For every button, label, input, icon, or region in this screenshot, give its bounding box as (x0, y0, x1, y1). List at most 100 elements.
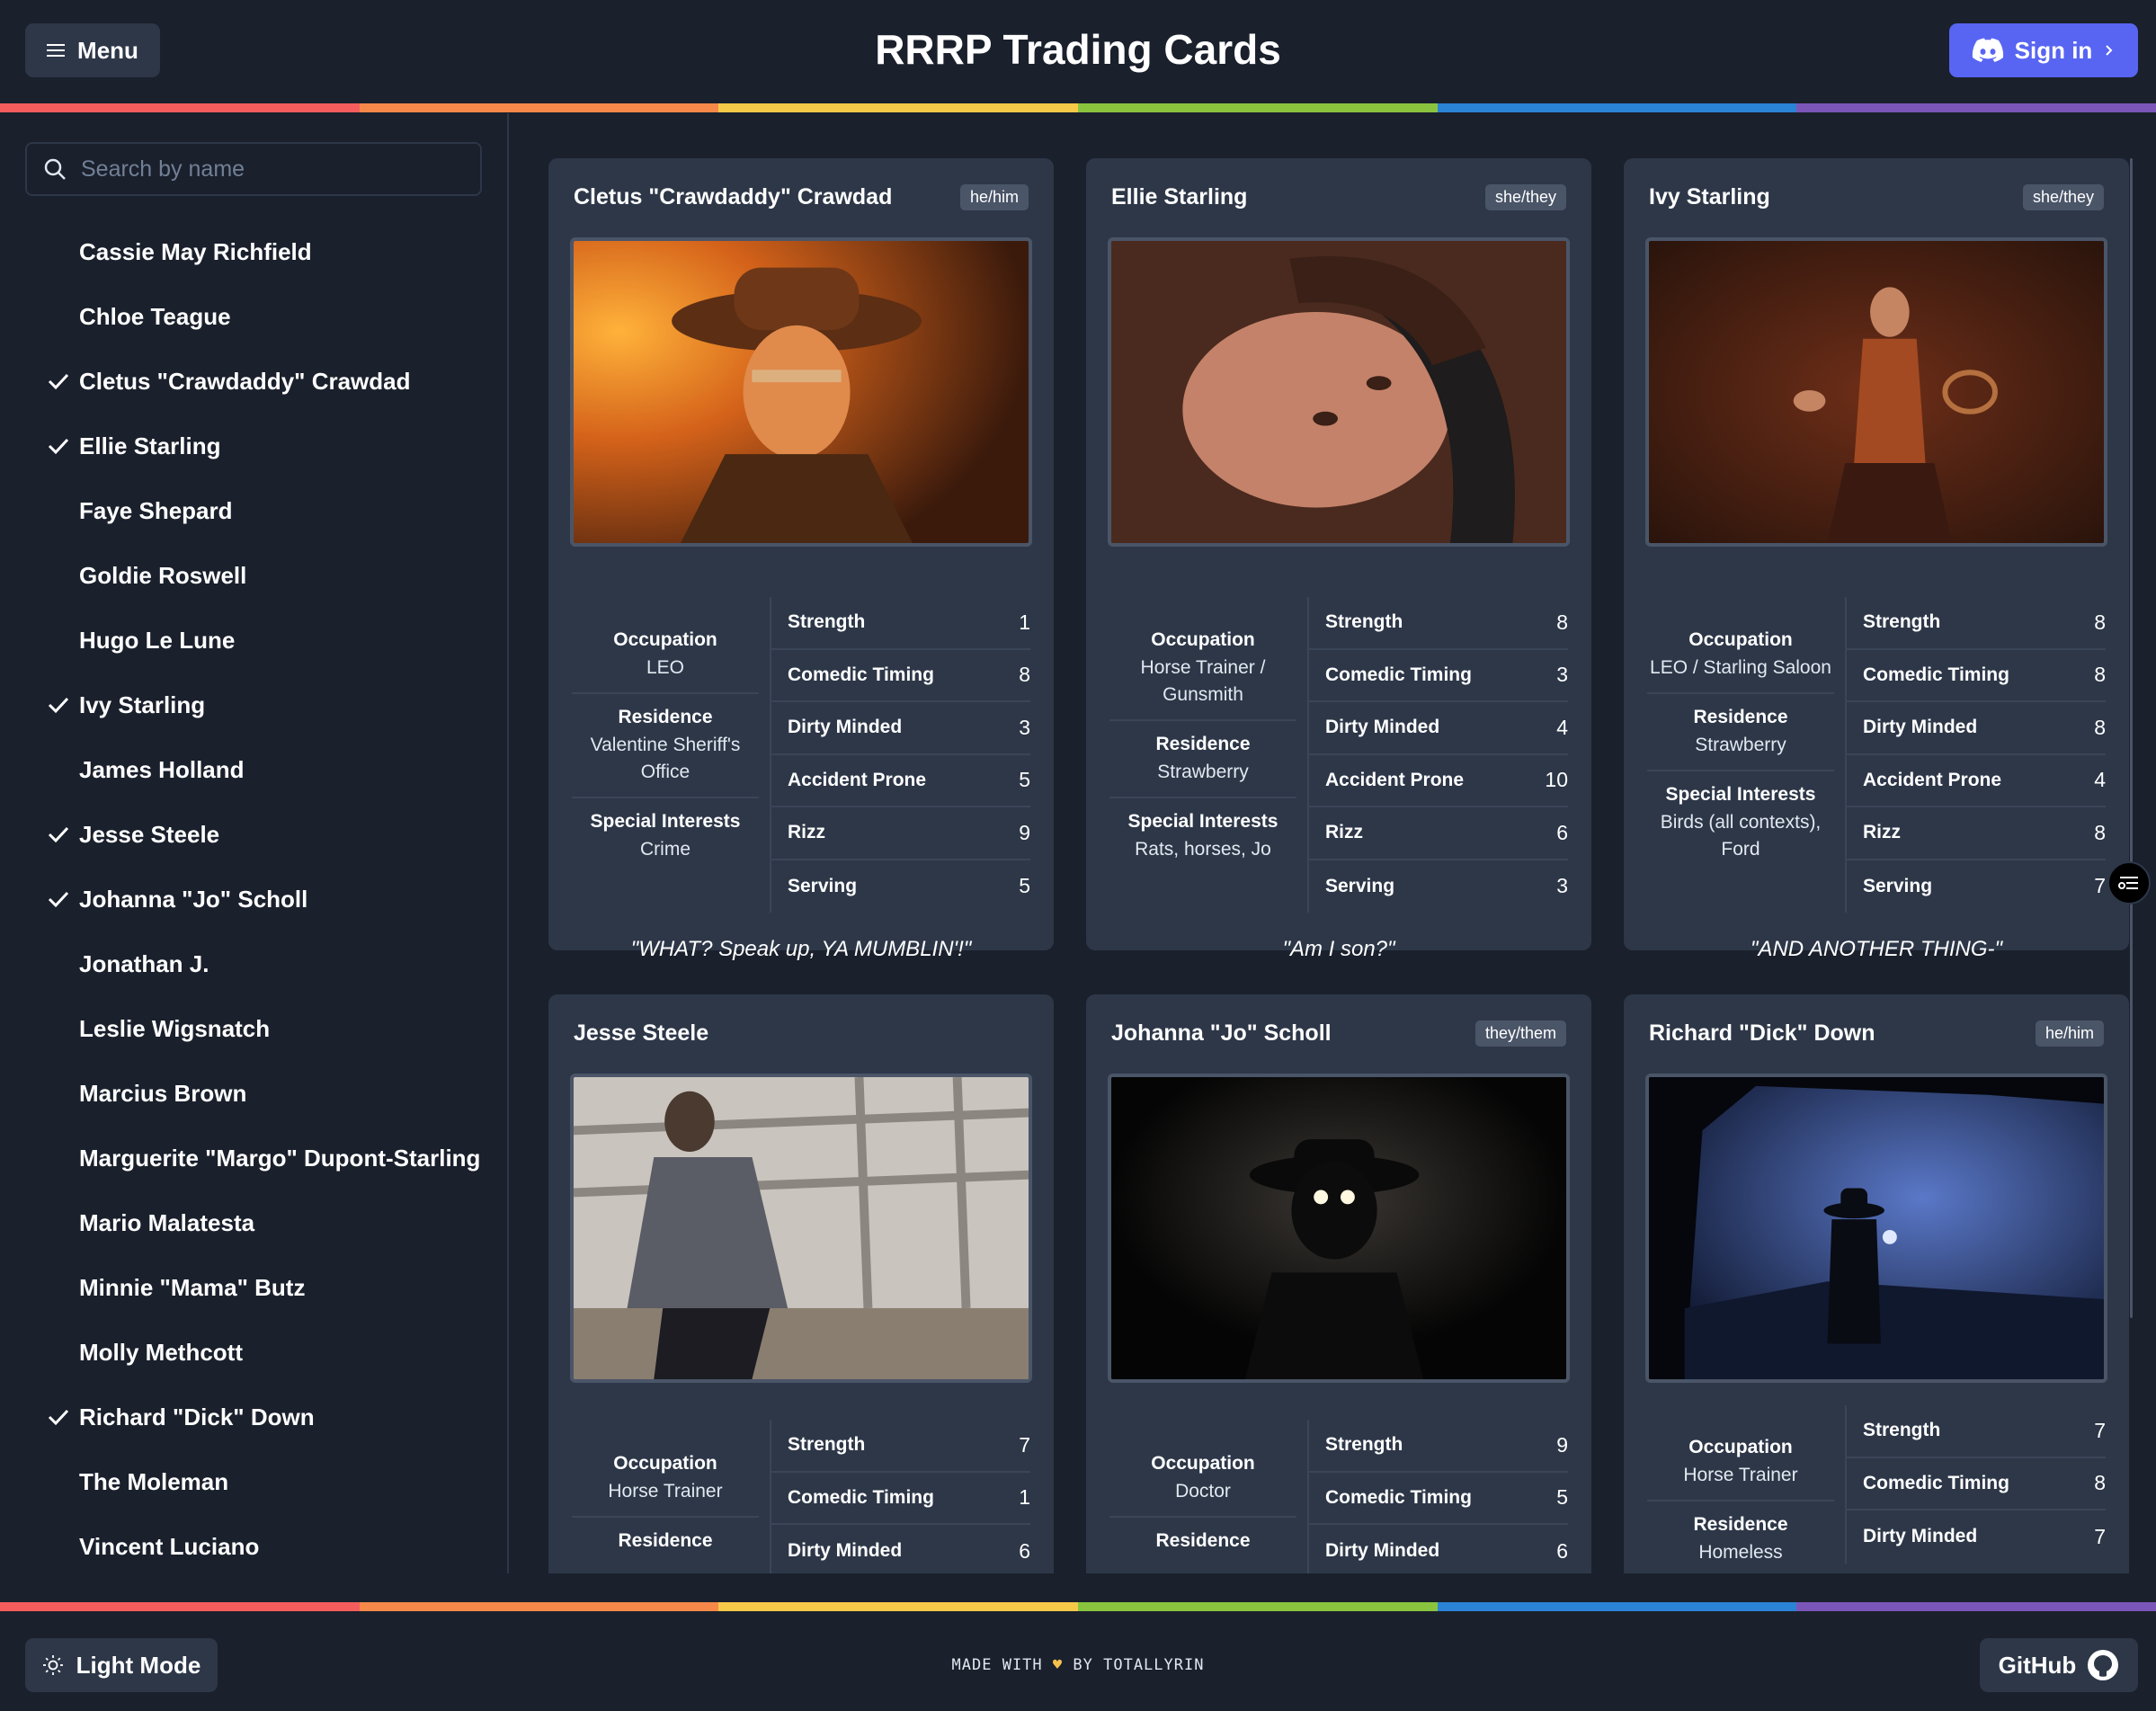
card-header: Cletus "Crawdaddy" Crawdad he/him (574, 182, 1029, 212)
rainbow-segment (359, 103, 719, 112)
character-list-item[interactable]: Molly Methcott (0, 1320, 509, 1385)
character-card[interactable]: Ellie Starling she/they Occupation Horse Tr… (1086, 158, 1591, 961)
credit-text: MADE WITH ♥ BY TOTALLYRIN (0, 1656, 2156, 1674)
stat-row: Strength 7 (771, 1420, 1030, 1473)
stat-row: Strength 8 (1847, 597, 2106, 650)
character-card[interactable]: Ivy Starling she/they Occupation LEO / Star… (1624, 158, 2129, 961)
stat-name: Serving (1325, 875, 1395, 896)
stat-value: 8 (2094, 715, 2106, 739)
character-list-item[interactable]: Jesse Steele (0, 802, 509, 867)
credit-suffix: BY TOTALLYRIN (1073, 1656, 1205, 1674)
search-box[interactable] (25, 142, 482, 196)
character-list-item[interactable]: Leslie Wigsnatch (0, 996, 509, 1061)
stat-row: Comedic Timing 8 (771, 650, 1030, 702)
rainbow-segment (0, 103, 360, 112)
card-header: Richard "Dick" Down he/him (1649, 1018, 2104, 1048)
character-list-item[interactable]: Johanna "Jo" Scholl (0, 867, 509, 931)
character-list-item[interactable]: Ellie Starling (0, 414, 509, 478)
stat-value: 5 (1019, 768, 1030, 792)
stat-name: Serving (788, 875, 858, 896)
stat-row: Comedic Timing 8 (1847, 1458, 2106, 1510)
stats-table: Strength 1 Comedic Timing 8 Dirty Minded 3 Acc… (770, 597, 1030, 913)
card-name: Cletus "Crawdaddy" Crawdad (574, 183, 893, 209)
stat-value: 5 (1556, 1485, 1568, 1510)
character-list-item[interactable]: Chloe Teague (0, 284, 509, 349)
character-list-item[interactable]: Mario Malatesta (0, 1190, 509, 1255)
discord-icon (1972, 38, 2003, 62)
rainbow-segment (718, 1602, 1079, 1611)
search-icon (44, 158, 66, 180)
info-value: Homeless (1698, 1542, 1783, 1563)
stat-name: Accident Prone (1863, 769, 2002, 790)
character-list-item[interactable]: James Holland (0, 737, 509, 802)
stat-value: 3 (1019, 715, 1030, 739)
character-list-item[interactable]: Hugo Le Lune (0, 608, 509, 673)
info-label: Occupation (1151, 629, 1255, 650)
character-list-item[interactable]: Vincent Luciano (0, 1514, 509, 1579)
character-card[interactable]: Richard "Dick" Down he/him Occupation Horse… (1624, 994, 2129, 1573)
character-card[interactable]: Cletus "Crawdaddy" Crawdad he/him Occupati… (548, 158, 1054, 961)
character-list-item[interactable]: Marguerite "Margo" Dupont-Starling (0, 1126, 509, 1190)
character-name: Mario Malatesta (79, 1208, 255, 1236)
stat-row: Accident Prone 10 (1309, 755, 1568, 807)
character-list-item[interactable]: Minnie "Mama" Butz (0, 1255, 509, 1320)
stat-name: Strength (788, 611, 866, 633)
character-list-item[interactable]: Cassie May Richfield (0, 219, 509, 284)
character-list-item[interactable]: The Moleman (0, 1449, 509, 1514)
character-name: Leslie Wigsnatch (79, 1014, 271, 1042)
character-list-item[interactable]: Ivy Starling (0, 673, 509, 737)
stat-value: 6 (1556, 820, 1568, 844)
filter-toggle-button[interactable] (2107, 861, 2151, 905)
info-column: Occupation LEO Residence Valentine Sheriff'… (572, 617, 759, 874)
character-name: Jesse Steele (79, 820, 220, 848)
info-label: Occupation (1151, 1453, 1255, 1474)
stat-value: 8 (1556, 610, 1568, 634)
github-button[interactable]: GitHub (1980, 1638, 2138, 1692)
character-image (1108, 237, 1570, 547)
stat-name: Comedic Timing (788, 1486, 934, 1508)
info-value: Rats, horses, Jo (1135, 839, 1271, 860)
character-list-item[interactable]: Richard "Dick" Down (0, 1385, 509, 1449)
rainbow-segment (1078, 1602, 1438, 1611)
check-icon (0, 434, 79, 458)
stat-row: Rizz 9 (771, 807, 1030, 860)
character-list-item[interactable]: Jonathan J. (0, 931, 509, 996)
pronoun-badge: she/they (2022, 183, 2104, 210)
stat-value: 8 (2094, 820, 2106, 844)
github-icon (2088, 1650, 2119, 1680)
character-list-item[interactable]: Marcius Brown (0, 1061, 509, 1126)
check-icon (0, 693, 79, 717)
info-column: Occupation Doctor Residence (1109, 1440, 1296, 1566)
info-column: Occupation LEO / Starling Saloon Residence… (1647, 617, 1834, 874)
stat-name: Comedic Timing (1325, 664, 1472, 685)
character-card[interactable]: Jesse Steele Occupation Horse Trainer Resid… (548, 994, 1054, 1573)
scrollbar[interactable] (2130, 158, 2133, 1318)
stat-row: Rizz 8 (1847, 807, 2106, 860)
info-block: Residence Valentine Sheriff's Office (572, 694, 759, 798)
character-list-item[interactable]: Cletus "Crawdaddy" Crawdad (0, 349, 509, 414)
top-bar: Menu RRRP Trading Cards Sign in (0, 0, 2156, 103)
character-name: Minnie "Mama" Butz (79, 1273, 306, 1301)
pronoun-badge: he/him (959, 183, 1029, 210)
stat-row: Comedic Timing 1 (771, 1473, 1030, 1525)
info-block: Occupation Horse Trainer (1647, 1424, 1834, 1502)
info-label: Residence (618, 1530, 713, 1551)
discord-sign-in-button[interactable]: Sign in (1949, 23, 2138, 77)
stat-row: Comedic Timing 8 (1847, 650, 2106, 702)
pronoun-badge: they/them (1474, 1020, 1566, 1047)
character-list-item[interactable]: Faye Shepard (0, 478, 509, 543)
search-input[interactable] (81, 156, 459, 183)
info-label: Special Interests (1665, 784, 1816, 805)
card-name: Jesse Steele (574, 1020, 709, 1046)
rainbow-segment (1078, 103, 1438, 112)
character-card[interactable]: Johanna "Jo" Scholl they/them Occupation Do… (1086, 994, 1591, 1573)
character-name: Richard "Dick" Down (79, 1403, 315, 1430)
card-name: Richard "Dick" Down (1649, 1020, 1875, 1046)
info-block: Occupation LEO / Starling Saloon (1647, 617, 1834, 694)
stat-name: Strength (1863, 1420, 1941, 1441)
pronoun-badge: he/him (2035, 1020, 2104, 1047)
character-list-item[interactable]: Goldie Roswell (0, 543, 509, 608)
stats-table: Strength 8 Comedic Timing 3 Dirty Minded 4 Acc… (1307, 597, 1568, 913)
info-block: Residence Strawberry (1109, 721, 1296, 798)
rainbow-segment (359, 1602, 719, 1611)
